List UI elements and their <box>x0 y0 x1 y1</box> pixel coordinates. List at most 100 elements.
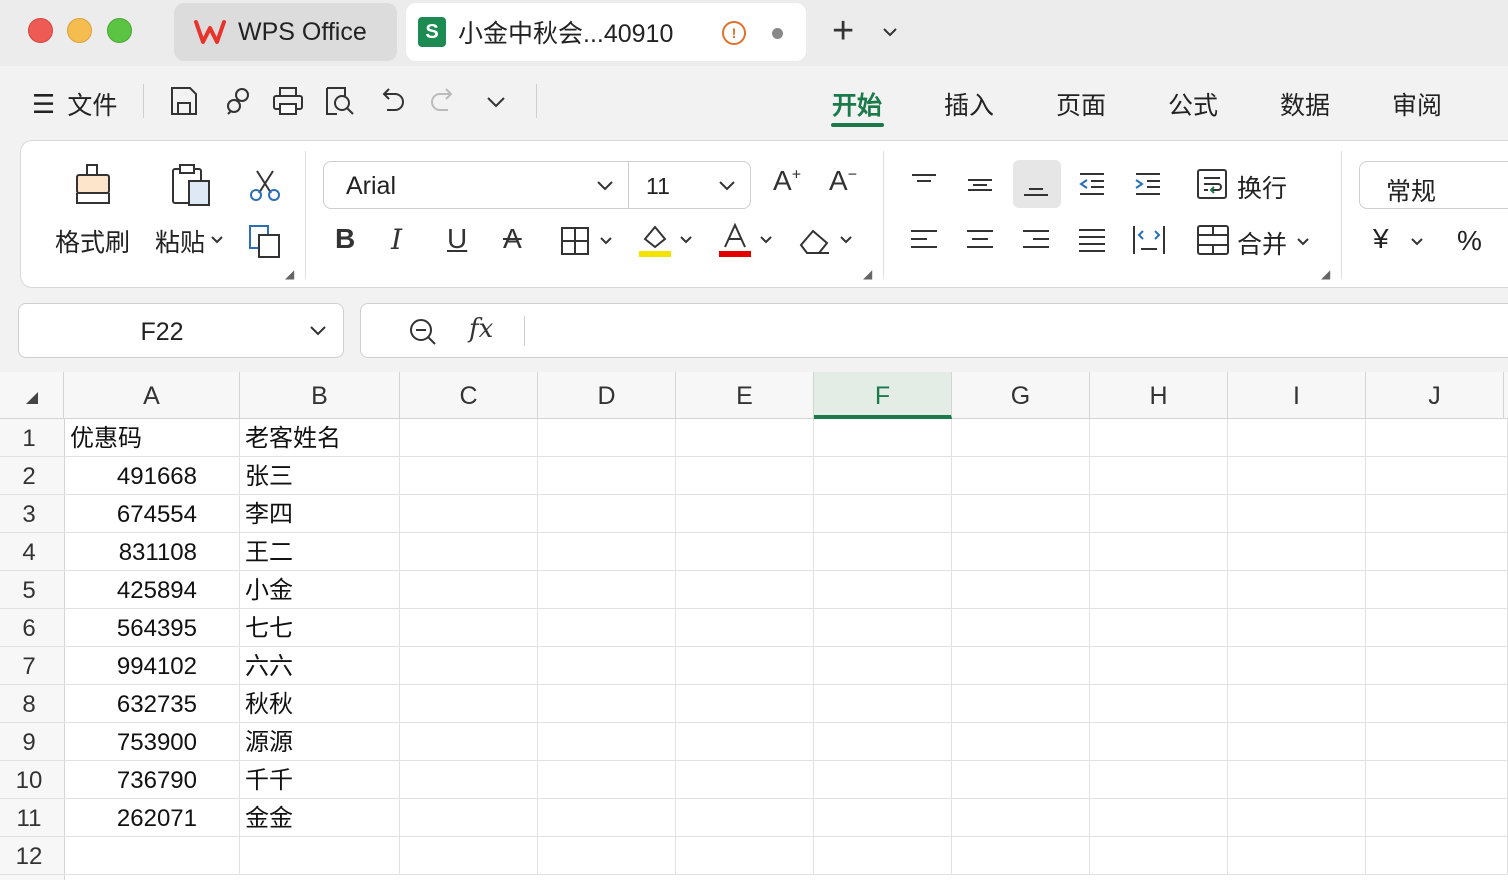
row-header[interactable]: 6 <box>0 609 58 647</box>
cell-c[interactable] <box>400 723 538 761</box>
share-link-icon[interactable] <box>222 84 254 118</box>
align-bottom-icon[interactable] <box>1019 169 1053 199</box>
font-selector[interactable]: Arial 11 <box>323 161 751 209</box>
minimize-window-button[interactable] <box>67 18 92 43</box>
cell-d[interactable] <box>538 685 676 723</box>
cell-a[interactable]: 564395 <box>65 609 240 647</box>
tab-data[interactable]: 数据 <box>1280 86 1330 122</box>
cell-f[interactable] <box>814 533 952 571</box>
column-header-f[interactable]: F <box>814 372 952 419</box>
cell-b[interactable]: 源源 <box>240 723 400 761</box>
cell-c[interactable] <box>400 533 538 571</box>
cell-d[interactable] <box>538 419 676 457</box>
cell-g[interactable] <box>952 419 1090 457</box>
cell-d[interactable] <box>538 723 676 761</box>
cell-i[interactable] <box>1228 761 1366 799</box>
cell-f[interactable] <box>814 495 952 533</box>
cell-f[interactable] <box>814 837 952 875</box>
cell-c[interactable] <box>400 761 538 799</box>
strikethrough-icon[interactable]: A <box>503 223 522 255</box>
cell-c[interactable] <box>400 419 538 457</box>
cell-f[interactable] <box>814 457 952 495</box>
cell-reference[interactable]: F22 <box>19 318 305 347</box>
alignment-dialog-launcher-icon[interactable]: ◢ <box>1321 267 1330 281</box>
select-all-corner[interactable] <box>0 372 64 419</box>
row-header[interactable]: 8 <box>0 685 58 723</box>
cell-d[interactable] <box>538 609 676 647</box>
cell-h[interactable] <box>1090 647 1228 685</box>
cell-j[interactable] <box>1366 761 1508 799</box>
cell-c[interactable] <box>400 799 538 837</box>
column-header-j[interactable]: J <box>1366 372 1504 419</box>
distributed-align-icon[interactable] <box>1131 223 1167 257</box>
column-header-i[interactable]: I <box>1228 372 1366 419</box>
cell-h[interactable] <box>1090 419 1228 457</box>
name-box[interactable]: F22 <box>18 303 344 358</box>
cell-a[interactable]: 831108 <box>65 533 240 571</box>
cell-g[interactable] <box>952 761 1090 799</box>
cell-i[interactable] <box>1228 571 1366 609</box>
tab-document[interactable]: S 小金中秋会...40910 ! <box>406 3 806 61</box>
cell-i[interactable] <box>1228 837 1366 875</box>
cell-j[interactable] <box>1366 533 1508 571</box>
cell-a[interactable]: 632735 <box>65 685 240 723</box>
cell-e[interactable] <box>676 419 814 457</box>
cell-e[interactable] <box>676 457 814 495</box>
justify-icon[interactable] <box>1075 225 1109 255</box>
paste-chevron-down-icon[interactable] <box>209 233 225 247</box>
cell-j[interactable] <box>1366 685 1508 723</box>
cell-g[interactable] <box>952 647 1090 685</box>
font-size-value[interactable]: 11 <box>646 173 670 200</box>
column-header-d[interactable]: D <box>538 372 676 419</box>
insert-function-fx-icon[interactable]: fx <box>469 314 493 344</box>
format-painter-icon[interactable] <box>73 163 113 207</box>
cell-d[interactable] <box>538 495 676 533</box>
cell-b[interactable]: 千千 <box>240 761 400 799</box>
cell-a[interactable]: 491668 <box>65 457 240 495</box>
more-chevron-down-icon[interactable] <box>484 92 508 112</box>
cell-i[interactable] <box>1228 685 1366 723</box>
align-middle-icon[interactable] <box>963 169 997 199</box>
cell-j[interactable] <box>1366 571 1508 609</box>
format-painter-label[interactable]: 格式刷 <box>55 223 130 259</box>
cell-g[interactable] <box>952 495 1090 533</box>
cell-b[interactable]: 七七 <box>240 609 400 647</box>
wrap-text-icon[interactable] <box>1195 167 1231 203</box>
clipboard-dialog-launcher-icon[interactable]: ◢ <box>285 267 294 281</box>
decrease-font-size-icon[interactable]: A− <box>829 165 857 197</box>
increase-indent-icon[interactable] <box>1131 169 1165 199</box>
cell-f[interactable] <box>814 609 952 647</box>
cell-f[interactable] <box>814 685 952 723</box>
cell-g[interactable] <box>952 457 1090 495</box>
cell-h[interactable] <box>1090 571 1228 609</box>
italic-icon[interactable]: I <box>391 223 402 256</box>
undo-icon[interactable] <box>377 84 407 118</box>
print-icon[interactable] <box>271 84 305 118</box>
cell-f[interactable] <box>814 723 952 761</box>
close-window-button[interactable] <box>28 18 53 43</box>
tab-page[interactable]: 页面 <box>1056 86 1106 122</box>
cell-f[interactable] <box>814 419 952 457</box>
cell-f[interactable] <box>814 799 952 837</box>
cell-a[interactable]: 优惠码 <box>65 419 240 457</box>
tab-review[interactable]: 审阅 <box>1392 86 1442 122</box>
cell-c[interactable] <box>400 647 538 685</box>
row-header[interactable]: 12 <box>0 837 58 875</box>
cell-i[interactable] <box>1228 495 1366 533</box>
paste-label[interactable]: 粘贴 <box>155 223 205 259</box>
cell-a[interactable]: 753900 <box>65 723 240 761</box>
row-header[interactable]: 5 <box>0 571 58 609</box>
merge-chevron-down-icon[interactable] <box>1295 235 1311 249</box>
cell-i[interactable] <box>1228 723 1366 761</box>
paste-icon[interactable] <box>169 163 213 207</box>
cell-b[interactable]: 秋秋 <box>240 685 400 723</box>
cell-a[interactable]: 674554 <box>65 495 240 533</box>
cell-h[interactable] <box>1090 609 1228 647</box>
cell-b[interactable] <box>240 837 400 875</box>
cell-e[interactable] <box>676 685 814 723</box>
tab-formulas[interactable]: 公式 <box>1168 86 1218 122</box>
column-header-h[interactable]: H <box>1090 372 1228 419</box>
align-left-icon[interactable] <box>907 225 941 255</box>
merge-cells-icon[interactable] <box>1195 223 1231 259</box>
number-format-value[interactable]: 常规 <box>1386 172 1436 208</box>
